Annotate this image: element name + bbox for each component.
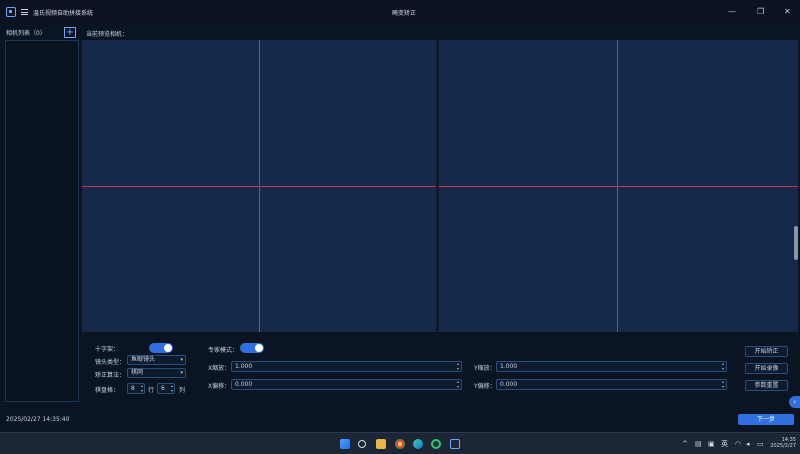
y-scale-input[interactable]: 1.000 ▴ ▾ [496,361,727,372]
expert-mode-toggle[interactable] [240,343,264,353]
y-offset-value: 0.000 [500,381,518,388]
preview-pane-right[interactable] [439,40,798,332]
close-button[interactable]: ✕ [784,7,791,16]
file-explorer-icon[interactable] [376,439,386,449]
x-offset-label: X偏移： [208,383,231,390]
tray-network-icon[interactable]: ▣ [708,439,715,449]
cols-unit: 列 [179,387,186,394]
x-scale-input[interactable]: 1.000 ▴ ▾ [231,361,462,372]
vertical-scrollbar[interactable] [794,226,798,260]
next-step-button[interactable]: 下一步 [738,414,794,425]
current-preview-camera-label: 当前预览相机： [86,31,129,38]
stitching-app-taskbar-icon[interactable] [450,439,460,449]
lens-type-value: 鱼眼镜头 [131,356,156,363]
tray-app-icon[interactable]: ▤ [695,439,702,449]
stepper-arrows-icon[interactable]: ▴ ▾ [457,361,459,371]
rows-value: 8 [131,385,135,392]
wifi-icon[interactable]: ◠ [735,439,741,449]
chevron-down-icon: ▾ [180,370,183,376]
stepper-arrows-icon[interactable]: ▴ ▾ [722,379,724,389]
stepper-arrows-icon[interactable]: ▴ ▾ [141,383,143,393]
taskbar-clock[interactable]: 14:35 2025/2/27 [766,437,796,449]
tray-lang-indicator[interactable]: 英 [721,439,728,449]
preview-pane-left[interactable] [82,40,436,332]
maximize-button[interactable]: ❐ [757,7,764,16]
search-icon[interactable] [358,440,366,448]
title-bar: 温氏视频自助拼接系统 畸变矫正 — ❐ ✕ [0,0,800,24]
x-offset-value: 0.000 [235,381,253,388]
stepper-arrows-icon[interactable]: ▴ ▾ [722,361,724,371]
algorithm-label: 矫正算法： [95,372,126,379]
y-scale-value: 1.000 [500,363,518,370]
windows-start-icon[interactable] [340,439,350,449]
camera-list[interactable] [5,40,79,402]
y-offset-label: Y偏移： [474,383,496,390]
lens-type-select[interactable]: 鱼眼镜头 ▾ [127,355,186,365]
x-scale-label: X缩放： [208,365,231,372]
taskbar: ^ ▤ ▣ 英 ◠ ◂ ▭ 14:35 2025/2/27 [0,432,800,454]
crosshair-horizontal-line [82,186,436,187]
expert-mode-label: 专家模式： [208,347,239,354]
camera-list-header: 相机列表（0） [6,30,46,37]
y-offset-input[interactable]: 0.000 ▴ ▾ [496,379,727,390]
x-scale-value: 1.000 [235,363,253,370]
hamburger-menu-icon[interactable] [21,9,28,15]
checkerboard-label: 棋盘格： [95,387,120,394]
window-title: 畸变矫正 [392,10,417,17]
rows-unit: 行 [148,387,155,394]
preview-area [82,40,798,332]
app-logo-icon [6,7,16,17]
battery-icon[interactable]: ▭ [757,439,764,449]
stepper-arrows-icon[interactable]: ▴ ▾ [171,383,173,393]
crosshair-label: 十字架： [95,346,120,353]
chevron-down-icon: ▾ [180,357,183,363]
start-recording-button[interactable]: 开始录像 [745,363,788,374]
edge-icon[interactable] [413,439,423,449]
rows-input[interactable]: 8 ▴ ▾ [127,383,145,394]
volume-icon[interactable]: ◂ [746,439,750,449]
minimize-button[interactable]: — [728,7,736,16]
x-offset-input[interactable]: 0.000 ▴ ▾ [231,379,462,390]
tray-chevron-icon[interactable]: ^ [682,439,688,449]
lens-type-label: 镜头类型： [95,359,126,366]
chrome-icon[interactable] [395,439,405,449]
collapse-panel-button[interactable]: ‹ [789,396,800,408]
cols-value: 6 [161,385,165,392]
start-correction-button[interactable]: 开始矫正 [745,346,788,357]
stepper-arrows-icon[interactable]: ▴ ▾ [457,379,459,389]
algorithm-select[interactable]: 棋网 ▾ [127,368,186,378]
control-panel: 十字架： 镜头类型： 鱼眼镜头 ▾ 矫正算法： 棋网 ▾ 棋盘格： 8 ▴ ▾ 行… [82,333,798,403]
cols-input[interactable]: 6 ▴ ▾ [157,383,175,394]
clock-date: 2025/2/27 [770,443,796,449]
app-icon[interactable] [431,439,441,449]
algorithm-value: 棋网 [131,369,144,376]
reset-params-button[interactable]: 参数重置 [745,380,788,391]
timestamp: 2025/02/27 14:35:40 [6,416,70,423]
app-title: 温氏视频自助拼接系统 [33,10,94,17]
y-scale-label: Y缩放： [474,365,496,372]
crosshair-toggle[interactable] [149,343,173,353]
crosshair-horizontal-line [439,186,798,187]
add-camera-button[interactable]: + [64,27,76,38]
